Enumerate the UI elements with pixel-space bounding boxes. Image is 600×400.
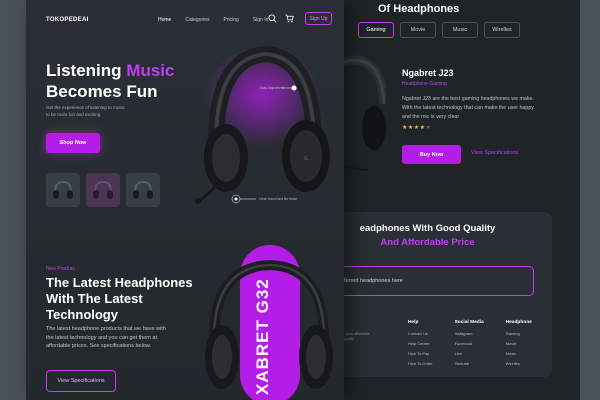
- hero-title-part: Listening: [46, 61, 127, 80]
- thumbnail[interactable]: [86, 173, 120, 207]
- product-categories-panel: Of Headphones Gaming Movie Music Wirelle…: [318, 0, 580, 400]
- categories-title: Of Headphones: [378, 3, 460, 15]
- nav-pricing[interactable]: Pricing: [224, 17, 239, 23]
- product-thumbnails: [46, 173, 160, 207]
- latest-headphones-description: The latest headphone products that we ha…: [46, 326, 166, 349]
- tab-music[interactable]: Music: [442, 22, 478, 38]
- footer-heading: Headphone: [505, 320, 532, 325]
- footer-link[interactable]: Youtube: [455, 361, 484, 366]
- footer-link[interactable]: Wirelles: [506, 361, 532, 366]
- product-description: Ngabret J23 are the best gaming headphon…: [402, 96, 534, 120]
- nav-categories[interactable]: Categories: [185, 17, 209, 23]
- cart-icon[interactable]: [285, 14, 294, 23]
- hero-title-line2: Becomes Fun: [46, 82, 158, 101]
- footer-link[interactable]: Help Center: [408, 341, 433, 346]
- sign-up-button[interactable]: Sign Up: [305, 12, 332, 25]
- footer-heading: Help: [408, 320, 419, 325]
- newsletter-title-line1: eadphones With Good Quality: [359, 223, 496, 234]
- footer-link[interactable]: Line: [455, 351, 484, 356]
- xabret-product-label: XABRET G32: [253, 278, 272, 395]
- nav-home[interactable]: Home: [158, 17, 171, 23]
- footer-link[interactable]: Contact Us: [408, 331, 433, 336]
- thumbnail[interactable]: [46, 173, 80, 207]
- hero-headphone-image: G: [195, 45, 330, 204]
- tip-easy-adjustment: Easy Adjustment: [260, 86, 284, 90]
- newsletter-title: eadphones With Good Quality And Affordab…: [340, 222, 515, 250]
- footer-link[interactable]: How To Pay: [408, 351, 433, 356]
- footer-note: ne show affordable at quality: [340, 332, 370, 341]
- star-empty-icon: ★: [425, 125, 432, 131]
- view-specifications-link[interactable]: View Specifications: [471, 150, 518, 156]
- newsletter-title-line2: And Affordable Price: [380, 237, 475, 248]
- headphone-icon: [133, 180, 153, 199]
- footer-columns: Help Contact Us Help Center How To Pay H…: [408, 320, 532, 371]
- svg-text:G: G: [304, 156, 308, 162]
- newsletter-section: eadphones With Good Quality And Affordab…: [318, 212, 552, 377]
- footer-link[interactable]: Music: [506, 351, 532, 356]
- logo[interactable]: TOKOPEDEAI: [46, 17, 89, 23]
- shop-now-button[interactable]: Shop Now: [46, 133, 100, 153]
- new-product-tag: New Product: [46, 266, 75, 272]
- tip-clear-sound: Clear Sound And No Noise: [259, 197, 298, 201]
- footer-col-help: Help Contact Us Help Center How To Pay H…: [408, 320, 433, 371]
- tab-movie[interactable]: Movie: [400, 22, 436, 38]
- rating-stars: ★★★★★: [402, 124, 431, 131]
- xabret-headphone-image: XABRET G32: [205, 245, 333, 400]
- hero-subtitle: Get the experience of listening to music…: [46, 105, 125, 117]
- search-icon[interactable]: [268, 14, 277, 23]
- tab-gaming[interactable]: Gaming: [358, 22, 394, 38]
- headphone-icon: [93, 180, 113, 199]
- nav-links: Home Categories Pricing Sign In: [158, 17, 268, 23]
- view-specifications-button[interactable]: View Specifications: [46, 370, 116, 392]
- product-name: Ngabret J23: [402, 68, 454, 78]
- footer-col-social: Social Media Instagram Facebook Line You…: [455, 320, 484, 371]
- footer-link[interactable]: Movie: [506, 341, 532, 346]
- nav-sign-in[interactable]: Sign In: [253, 17, 269, 23]
- star-icon: ★★★★: [402, 125, 426, 131]
- footer-link[interactable]: Facebook: [455, 341, 484, 346]
- latest-headphones-title: The Latest Headphones With The Latest Te…: [46, 275, 193, 322]
- headphone-icon: [53, 180, 73, 199]
- footer-link[interactable]: How To Order: [408, 361, 433, 366]
- footer-heading: Social Media: [454, 320, 484, 325]
- footer-col-headphone: Headphone Gaming Movie Music Wirelles: [506, 320, 532, 371]
- hero-title-highlight: Music: [126, 61, 175, 80]
- nav-icons: [268, 14, 294, 23]
- buy-now-button[interactable]: Buy Now: [402, 145, 461, 164]
- category-tabs: Gaming Movie Music Wirelles: [358, 22, 520, 38]
- newsletter-search-input[interactable]: eferred headphones here: [318, 266, 534, 296]
- product-category: Headphone Gaming: [402, 81, 447, 87]
- footer-link[interactable]: Gaming: [506, 331, 532, 336]
- top-nav: TOKOPEDEAI Home Categories Pricing Sign …: [46, 12, 332, 27]
- tab-wirelles[interactable]: Wirelles: [484, 22, 520, 38]
- footer-link[interactable]: Instagram: [455, 331, 484, 336]
- landing-page-panel: TOKOPEDEAI Home Categories Pricing Sign …: [26, 0, 344, 400]
- thumbnail[interactable]: [126, 173, 160, 207]
